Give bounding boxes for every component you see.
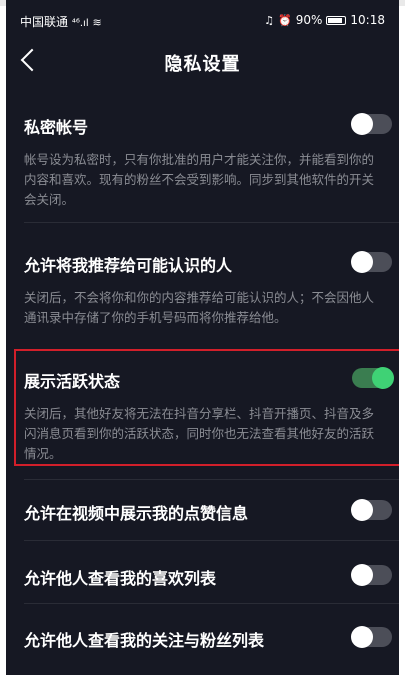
battery-percent: 90% — [295, 13, 323, 27]
recommend-toggle[interactable] — [351, 251, 392, 273]
setting-title: 允许在视频中展示我的点赞信息 — [24, 504, 249, 523]
toggle-knob — [351, 499, 373, 521]
page-title: 隐私设置 — [164, 54, 241, 75]
headphone-icon: ♫ — [264, 13, 275, 27]
toggle-knob — [351, 251, 373, 273]
wifi-icon: ≋ — [92, 16, 102, 29]
divider — [24, 603, 399, 604]
signal-icon: ⁴⁶.ıl — [71, 18, 89, 29]
setting-title: 允许他人查看我的关注与粉丝列表 — [24, 631, 265, 650]
setting-description: 帐号设为私密时，只有你批准的用户才能关注你，并能看到你的内容和喜欢。现有的粉丝不… — [24, 152, 375, 207]
setting-view-liked-list: 允许他人查看我的喜欢列表 — [24, 564, 392, 589]
toggle-knob — [351, 564, 373, 586]
battery-fill — [328, 17, 343, 23]
divider — [24, 479, 399, 480]
likes-in-video-toggle[interactable] — [351, 499, 392, 521]
status-left: 中国联通 ⁴⁶.ıl ≋ — [20, 13, 102, 30]
toggle-knob — [351, 113, 373, 135]
setting-private-account: 私密帐号 帐号设为私密时，只有你批准的用户才能关注你，并能看到你的内容和喜欢。现… — [24, 113, 392, 210]
divider — [24, 540, 399, 541]
clock: 10:18 — [350, 13, 385, 27]
setting-description: 关闭后，其他好友将无法在抖音分享栏、抖音开播页、抖音及多闪消息页看到你的活跃状态… — [24, 406, 375, 461]
alarm-icon: ⏰ — [278, 13, 292, 27]
liked-list-toggle[interactable] — [351, 564, 392, 586]
status-right: ♫ ⏰ 90% 10:18 — [264, 13, 385, 27]
setting-title: 允许他人查看我的喜欢列表 — [24, 569, 217, 588]
setting-title: 允许将我推荐给可能认识的人 — [24, 256, 233, 275]
setting-view-follow-list: 允许他人查看我的关注与粉丝列表 — [24, 626, 392, 651]
private-account-toggle[interactable] — [351, 113, 392, 135]
setting-show-active-status: 展示活跃状态 关闭后，其他好友将无法在抖音分享栏、抖音开播页、抖音及多闪消息页看… — [24, 367, 394, 464]
privacy-settings-screen: 中国联通 ⁴⁶.ıl ≋ ♫ ⏰ 90% 10:18 隐私设置 私密帐号 帐号设… — [6, 0, 399, 675]
setting-recommend-to-contacts: 允许将我推荐给可能认识的人 关闭后，不会将你和你的内容推荐给可能认识的人；不会因… — [24, 251, 392, 328]
divider — [24, 222, 399, 223]
status-bar: 中国联通 ⁴⁶.ıl ≋ ♫ ⏰ 90% 10:18 — [6, 10, 399, 32]
setting-description: 关闭后，不会将你和你的内容推荐给可能认识的人；不会因他人通讯录中存储了你的手机号… — [24, 290, 375, 325]
follow-list-toggle[interactable] — [351, 626, 392, 648]
setting-title: 私密帐号 — [24, 118, 89, 137]
setting-title: 展示活跃状态 — [24, 372, 121, 391]
setting-show-likes-in-video: 允许在视频中展示我的点赞信息 — [24, 499, 392, 524]
toggle-knob — [372, 367, 394, 389]
carrier-label: 中国联通 — [20, 15, 69, 29]
toggle-knob — [351, 626, 373, 648]
active-status-toggle[interactable] — [352, 367, 394, 389]
battery-icon — [326, 15, 347, 25]
nav-bar: 隐私设置 — [6, 40, 399, 86]
